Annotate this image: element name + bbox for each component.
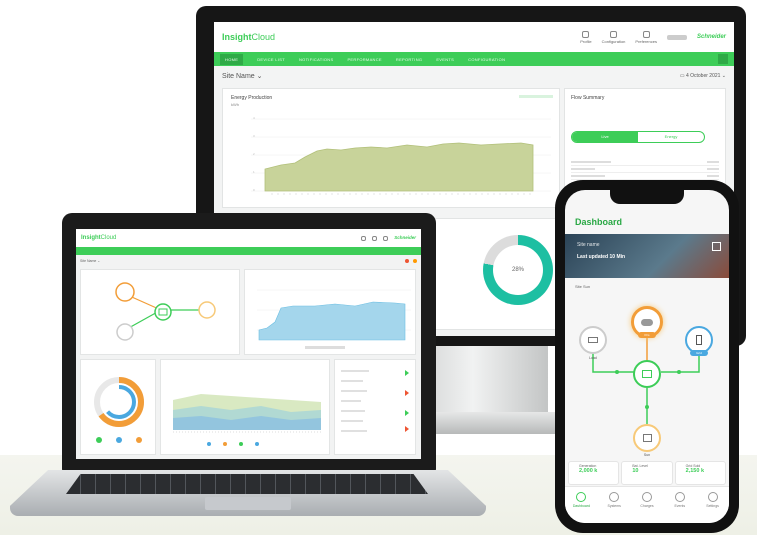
sliders-icon[interactable] xyxy=(383,235,389,241)
site-selector[interactable]: Site Name ⌄ xyxy=(80,259,100,263)
cloud-sun-icon xyxy=(641,318,653,326)
events-list xyxy=(341,370,409,432)
panel-unit: kWh xyxy=(231,102,239,107)
profile-button[interactable]: Profile xyxy=(580,30,592,44)
soc-panel xyxy=(80,359,156,455)
site-banner[interactable]: Site name Last updated 10 Min xyxy=(565,234,729,278)
banner-site-name: Site name xyxy=(577,242,600,248)
panel-title: Flow Summary xyxy=(571,95,605,101)
flow-mode-toggle[interactable]: Live Energy xyxy=(571,131,705,143)
warning-indicator[interactable] xyxy=(413,259,417,263)
site-label: Site Sun xyxy=(575,284,591,289)
schneider-logo: Schneider xyxy=(394,235,416,240)
list-item xyxy=(571,173,719,180)
nav-home[interactable]: HOME xyxy=(220,53,244,65)
tower-icon xyxy=(696,335,702,345)
phone-stats: Generation 2,000 k Bat. Level 10 Grid Sold… xyxy=(568,461,726,485)
gauge-value: 28% xyxy=(511,267,524,273)
gear-icon[interactable] xyxy=(372,235,378,241)
profile-icon[interactable] xyxy=(361,235,367,241)
app-logo[interactable]: InsightCloud xyxy=(222,32,275,42)
energy-production-panel: Energy Production kWh 4 3 2 1 0 xyxy=(222,88,560,208)
soc-donut-chart xyxy=(94,377,144,443)
stat-generation[interactable]: Generation 2,000 k xyxy=(568,461,620,485)
list-item xyxy=(571,166,719,173)
phone-screen: Dashboard Site name Last updated 10 Min … xyxy=(565,190,729,523)
schneider-logo: Schneider xyxy=(696,34,726,40)
load-label: Load xyxy=(589,356,597,360)
stat-battery-level[interactable]: Bat. Level 10 xyxy=(621,461,673,485)
pcs-badge: Pcs xyxy=(638,332,656,338)
systems-icon xyxy=(609,492,620,502)
inverter-icon xyxy=(642,370,652,378)
performance-chart-panel xyxy=(160,359,330,455)
svg-text:2: 2 xyxy=(253,152,255,156)
events-panel xyxy=(334,359,416,455)
energy-area-chart: 4 3 2 1 0 xyxy=(251,116,551,195)
page-title: Dashboard xyxy=(575,217,623,227)
nav-reporting[interactable]: REPORTING xyxy=(396,57,422,62)
site-selector[interactable]: Site Name ⌄ xyxy=(222,72,263,80)
expand-icon[interactable] xyxy=(712,242,721,251)
production-chart-panel xyxy=(244,269,416,355)
app-header: InsightCloud Schneider xyxy=(76,229,421,247)
app-header: InsightCloud Profile Configuration Prefe… xyxy=(214,22,734,52)
svg-text:0: 0 xyxy=(253,188,255,192)
list-item xyxy=(571,159,719,166)
flow-diagram-panel xyxy=(80,269,240,355)
performance-area-chart xyxy=(173,394,321,446)
inverter-node[interactable] xyxy=(633,360,661,388)
dashboard-icon xyxy=(576,492,587,502)
preferences-button[interactable]: Preferences xyxy=(635,30,657,44)
laptop-screen: InsightCloud Schneider Site Name ⌄ xyxy=(76,229,421,459)
laptop-keyboard xyxy=(66,474,428,494)
nav-notifications[interactable]: NOTIFICATIONS xyxy=(299,57,334,62)
svg-text:4: 4 xyxy=(253,116,255,120)
toggle-energy[interactable]: Energy xyxy=(638,132,704,142)
nav-events[interactable]: EVENTS xyxy=(436,57,454,62)
energy-flow-diagram xyxy=(115,282,216,341)
profile-icon xyxy=(582,30,590,38)
app-logo[interactable]: InsightCloud xyxy=(81,235,116,241)
tab-dashboard[interactable]: Dashboard xyxy=(565,487,598,523)
laptop-trackpad xyxy=(205,497,291,510)
events-icon xyxy=(674,492,685,502)
sliders-icon xyxy=(642,30,650,38)
home-icon xyxy=(642,434,652,442)
sun-node[interactable] xyxy=(633,424,661,452)
svg-text:1: 1 xyxy=(253,170,255,174)
tab-charges[interactable]: Charges xyxy=(631,487,664,523)
nav-configuration[interactable]: CONFIGURATION xyxy=(468,57,505,62)
toggle-live[interactable]: Live xyxy=(572,132,638,142)
panel-title: Energy Production xyxy=(231,95,273,101)
grid-badge: Grid xyxy=(690,350,708,356)
search-button[interactable] xyxy=(718,54,728,64)
flow-stats-list xyxy=(571,159,719,180)
main-nav xyxy=(76,247,421,255)
production-area-chart xyxy=(257,289,411,349)
nav-device-list[interactable]: DEVICE LIST xyxy=(257,57,285,62)
configuration-button[interactable]: Configuration xyxy=(602,30,625,44)
phone-notch xyxy=(610,190,684,204)
tab-systems[interactable]: Systems xyxy=(598,487,631,523)
sun-label: Sun xyxy=(643,453,651,457)
tab-settings[interactable]: Settings xyxy=(696,487,729,523)
tab-events[interactable]: Events xyxy=(663,487,696,523)
banner-last-updated: Last updated 10 Min xyxy=(577,254,626,260)
main-nav: HOME DEVICE LIST NOTIFICATIONS PERFORMAN… xyxy=(214,52,734,66)
battery-icon xyxy=(588,337,598,343)
stat-grid-sold[interactable]: Grid Sold 2,150 k xyxy=(674,461,726,485)
date-picker[interactable]: ▭ 4 October 2021 ⌄ xyxy=(680,73,726,79)
nav-performance[interactable]: PERFORMANCE xyxy=(347,57,381,62)
user-menu-button[interactable] xyxy=(666,34,687,40)
settings-icon xyxy=(707,492,718,502)
svg-text:3: 3 xyxy=(253,134,255,138)
load-node[interactable] xyxy=(579,326,607,354)
charges-icon xyxy=(641,492,652,502)
gear-icon xyxy=(610,30,617,38)
chart-range-toggle[interactable] xyxy=(519,95,553,98)
alarm-indicator[interactable] xyxy=(405,259,409,263)
phone-tab-bar: Dashboard Systems Charges Events Setting… xyxy=(565,486,729,523)
